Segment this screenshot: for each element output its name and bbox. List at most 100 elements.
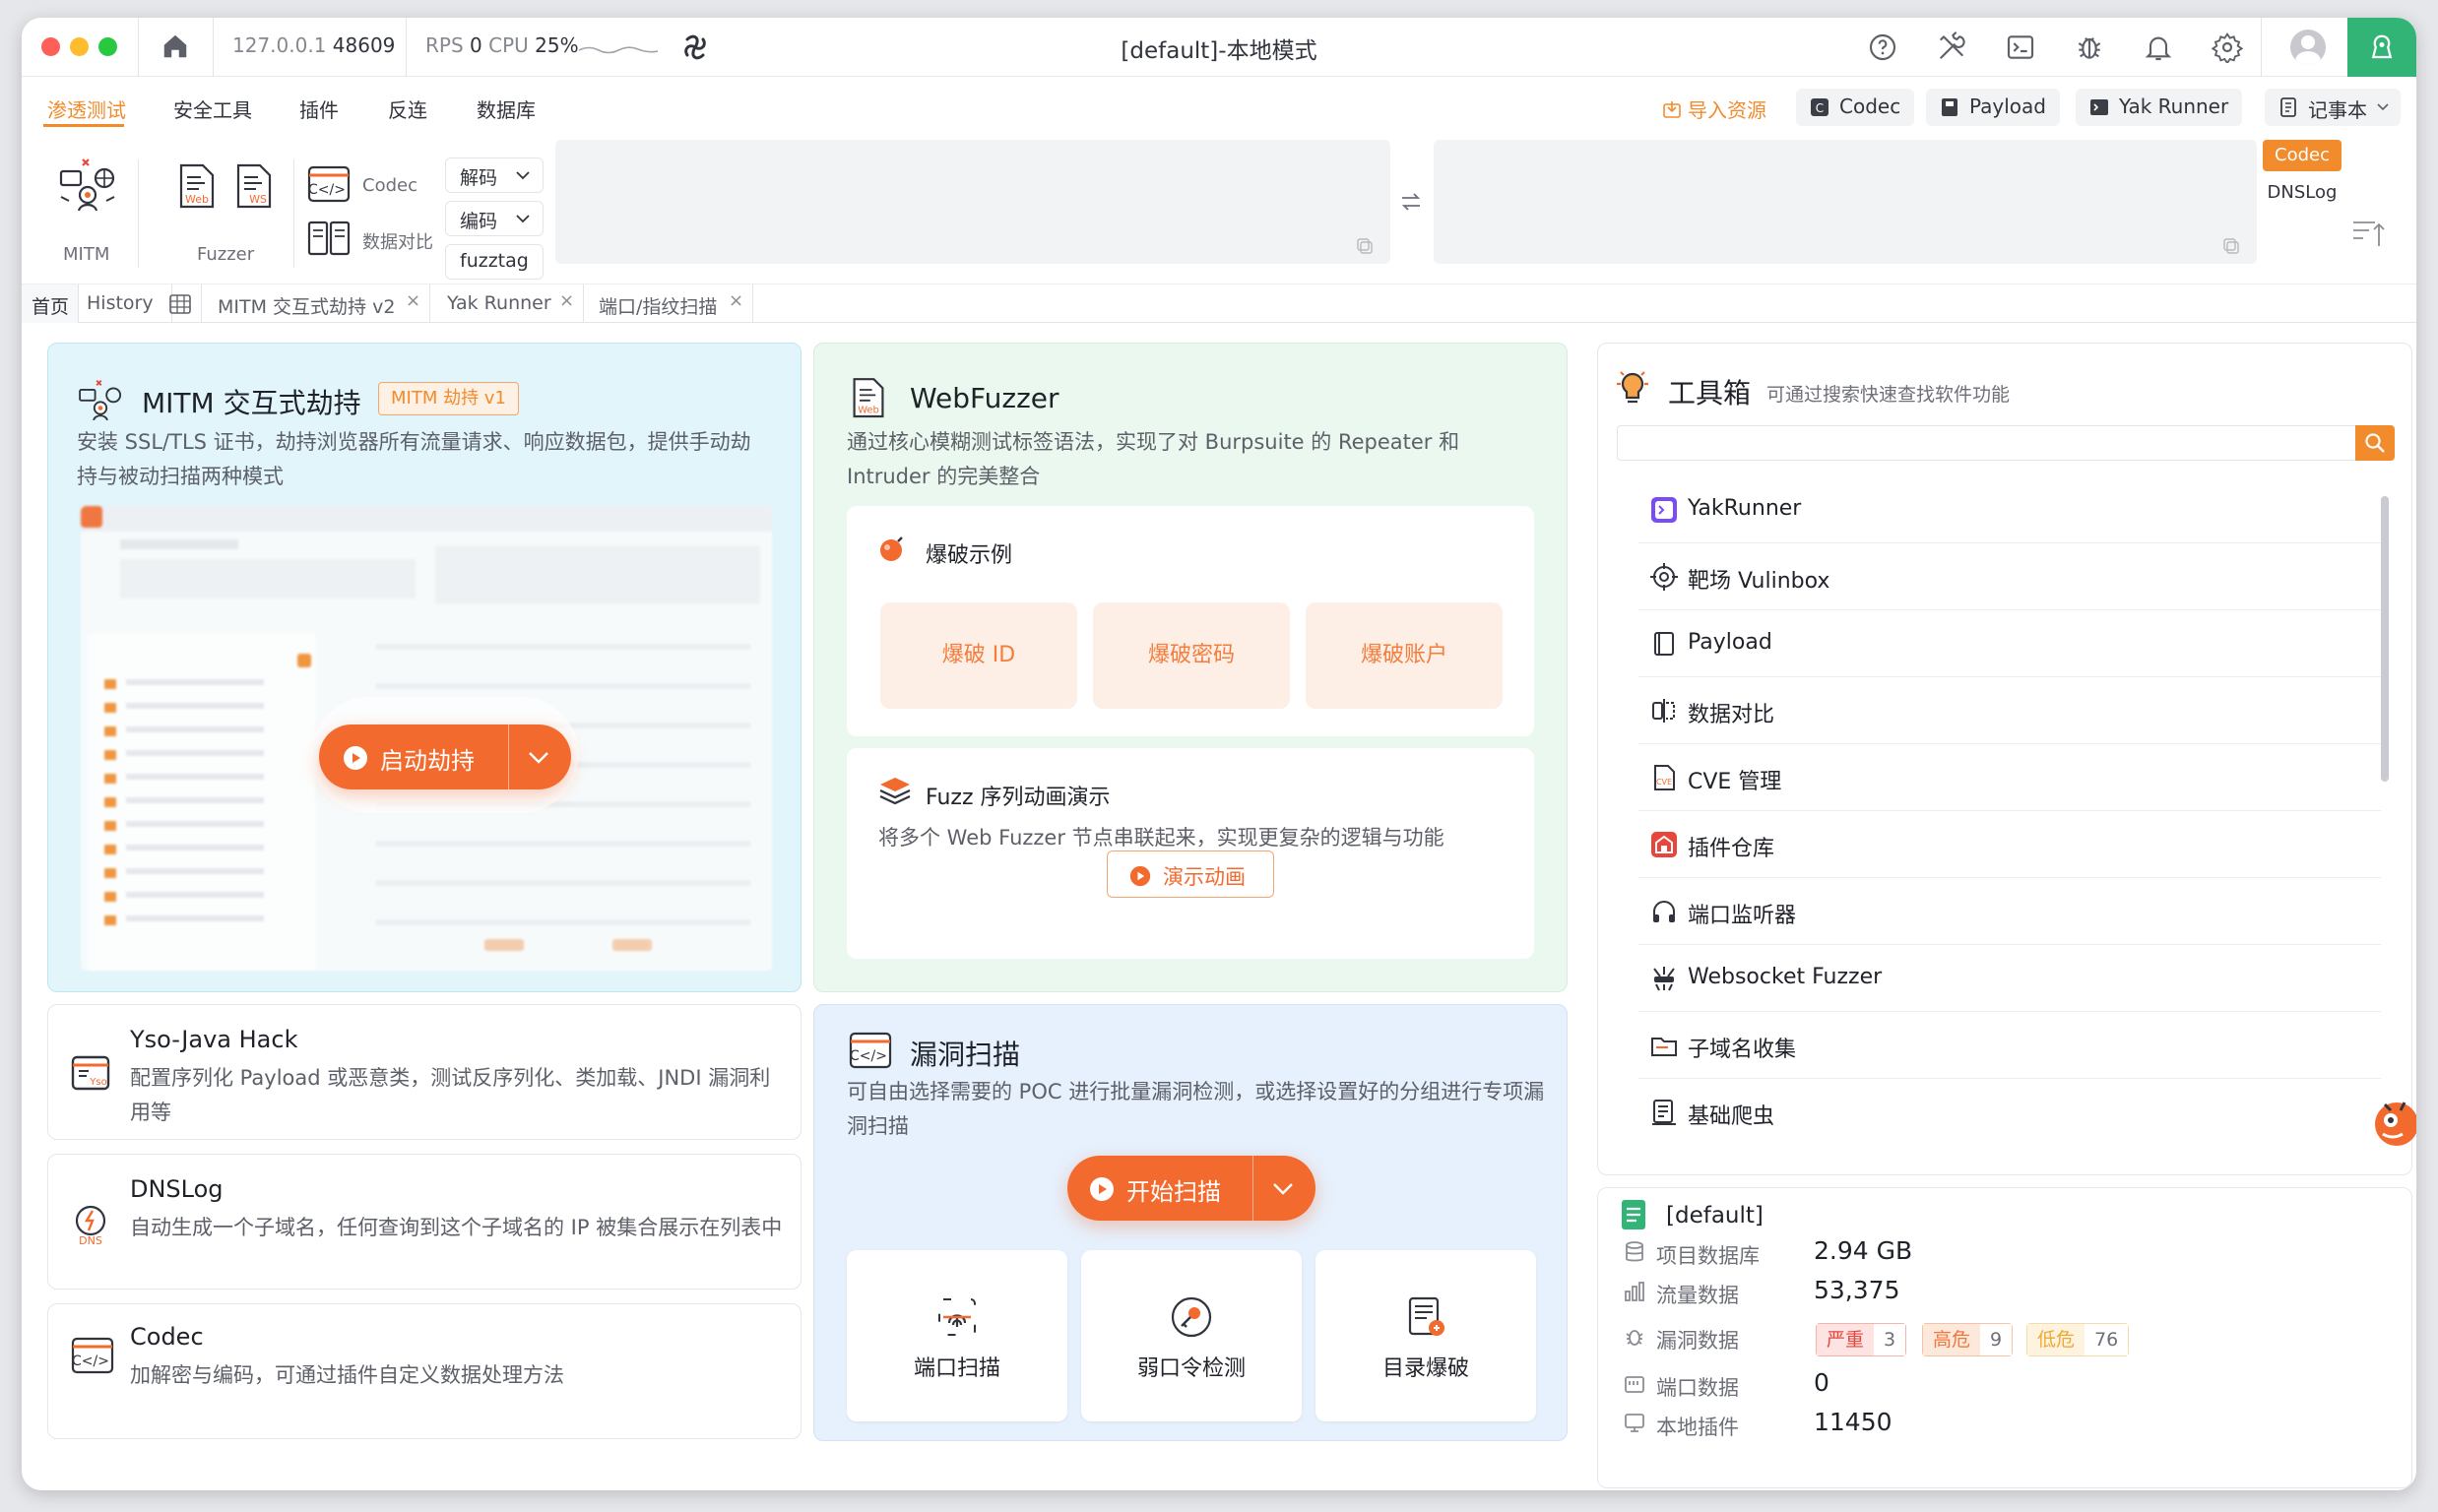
table-icon[interactable] — [169, 294, 191, 314]
webfuzzer-card-desc: 通过核心模糊测试标签语法，实现了对 Burpsuite 的 Repeater 和… — [847, 430, 1460, 488]
tool-websocket-fuzzer[interactable]: Websocket Fuzzer — [1638, 945, 2381, 1012]
codec-toolbar-button[interactable]: C Codec — [1796, 89, 1915, 126]
maximize-window-button[interactable] — [98, 37, 117, 56]
chevron-down-icon[interactable] — [1272, 1179, 1294, 1197]
port-scan-tile[interactable]: 端口扫描 — [847, 1250, 1067, 1421]
bug-icon — [1626, 1330, 1643, 1346]
web-fuzzer-icon: Web — [853, 378, 884, 418]
payload-toolbar-button[interactable]: Payload — [1926, 89, 2060, 126]
tool-cve[interactable]: CVE CVE 管理 — [1638, 744, 2381, 811]
yak-runner-toolbar-button[interactable]: Yak Runner — [2076, 89, 2243, 126]
home-icon[interactable] — [160, 32, 190, 61]
menu-pentest[interactable]: 渗透测试 — [47, 94, 126, 123]
tool-plugin-store[interactable]: 插件仓库 — [1638, 811, 2381, 878]
copy-icon[interactable] — [2221, 236, 2241, 256]
tool-port-listener[interactable]: 端口监听器 — [1638, 878, 2381, 945]
brute-password-button[interactable]: 爆破密码 — [1093, 602, 1290, 709]
menu-reverse[interactable]: 反连 — [388, 94, 427, 123]
notebook-dropdown[interactable]: 记事本 — [2265, 89, 2401, 126]
tool-subdomain[interactable]: 子域名收集 — [1638, 1012, 2381, 1079]
fuzzer-tool-button[interactable]: Web WS Fuzzer — [154, 163, 282, 272]
codec-ribbon-button[interactable]: C</> Codec — [307, 165, 435, 205]
side-codec-tab[interactable]: Codec — [2263, 140, 2342, 171]
toolbox-subtitle: 可通过搜索快速查找软件功能 — [1766, 384, 2011, 406]
menu-plugins[interactable]: 插件 — [299, 94, 339, 123]
import-resources-button[interactable]: 导入资源 — [1662, 94, 1766, 123]
demo-animation-button[interactable]: 演示动画 — [1107, 850, 1274, 898]
help-icon[interactable] — [1867, 32, 1898, 63]
codec-icon: C — [1811, 98, 1828, 116]
brute-examples-title: 爆破示例 — [926, 543, 1013, 568]
layers-icon — [879, 778, 911, 805]
weak-password-tile[interactable]: 弱口令检测 — [1081, 1250, 1302, 1421]
crawler-icon — [1652, 1100, 1676, 1125]
codec-output-area[interactable] — [1434, 140, 2257, 264]
plugin-icon — [1625, 1414, 1644, 1432]
database-icon — [1626, 1241, 1643, 1262]
fuzztag-button[interactable]: fuzztag — [445, 244, 544, 280]
compare-ribbon-button[interactable]: 数据对比 — [307, 219, 435, 258]
stat-vuln-label: 漏洞数据 — [1656, 1329, 1739, 1353]
dir-brute-tile[interactable]: 目录爆破 — [1315, 1250, 1536, 1421]
toolbox-scrollbar[interactable] — [2381, 496, 2389, 782]
menu-security-tools[interactable]: 安全工具 — [173, 94, 252, 123]
mitm-tool-button[interactable]: MITM — [51, 154, 122, 272]
tab-close-icon[interactable]: × — [559, 290, 574, 311]
terminal-icon[interactable] — [2005, 32, 2036, 63]
tab-close-icon[interactable]: × — [406, 290, 420, 311]
vuln-high-badge[interactable]: 高危 9 — [1922, 1323, 2014, 1356]
tool-yakrunner[interactable]: YakRunner — [1638, 476, 2381, 543]
tab-history[interactable]: History — [87, 292, 154, 314]
menu-database[interactable]: 数据库 — [477, 94, 536, 123]
start-mitm-button[interactable]: 启动劫持 — [319, 724, 571, 789]
mascot-icon[interactable] — [2365, 1091, 2416, 1154]
brute-id-button[interactable]: 爆破 ID — [880, 602, 1077, 709]
page-tabs: 首页 History MITM 交互式劫持 v2 × Yak Runner × … — [22, 284, 2416, 323]
tool-compare[interactable]: 数据对比 — [1638, 677, 2381, 744]
search-button[interactable] — [2355, 425, 2395, 461]
codec-input-area[interactable] — [555, 140, 1390, 264]
start-scan-button[interactable]: 开始扫描 — [1067, 1156, 1315, 1221]
tab-mitm-v2[interactable]: MITM 交互式劫持 v2 — [218, 292, 395, 319]
play-circle-icon — [344, 746, 367, 770]
toolbox-search-input[interactable] — [1617, 425, 2357, 461]
swap-icon[interactable] — [1398, 189, 1424, 215]
websocket-icon — [1653, 967, 1675, 991]
vuln-low-badge[interactable]: 低危 76 — [2026, 1323, 2130, 1356]
fingerprint-icon — [938, 1298, 976, 1336]
tool-crawler[interactable]: 基础爬虫 — [1638, 1079, 2381, 1146]
play-circle-icon — [1129, 865, 1151, 887]
minimize-window-button[interactable] — [70, 37, 89, 56]
yak-engine-icon[interactable] — [679, 32, 711, 63]
yso-icon: Yso — [71, 1055, 110, 1091]
sort-icon[interactable] — [2351, 219, 2385, 248]
bell-icon[interactable] — [2143, 32, 2174, 63]
side-dnslog-tab[interactable]: DNSLog — [2263, 177, 2342, 209]
bug-icon[interactable] — [2074, 32, 2105, 63]
lightbulb-icon — [1617, 371, 1648, 404]
mitm-v1-badge[interactable]: MITM 劫持 v1 — [378, 382, 519, 415]
tool-payload[interactable]: Payload — [1638, 610, 2381, 677]
decode-select[interactable]: 解码 — [445, 158, 544, 193]
rps-cpu-status: RPS 0 CPU 25% — [425, 33, 579, 57]
user-avatar[interactable] — [2290, 30, 2326, 65]
close-window-button[interactable] — [41, 37, 60, 56]
brute-account-button[interactable]: 爆破账户 — [1306, 602, 1503, 709]
vuln-critical-badge[interactable]: 严重 3 — [1816, 1323, 1907, 1356]
chevron-down-icon[interactable] — [528, 748, 549, 766]
tools-icon[interactable] — [1936, 32, 1967, 63]
tool-vulinbox[interactable]: 靶场 Vulinbox — [1638, 543, 2381, 610]
notebook-icon — [2280, 97, 2296, 117]
copy-icon[interactable] — [1355, 236, 1375, 256]
tab-port-scan[interactable]: 端口/指纹扫描 — [599, 292, 717, 319]
stat-plugin-value: 11450 — [1814, 1408, 1893, 1436]
encode-select[interactable]: 编码 — [445, 201, 544, 236]
tab-close-icon[interactable]: × — [729, 290, 743, 311]
stat-port-label: 端口数据 — [1656, 1376, 1739, 1400]
yak-logo-icon[interactable] — [2347, 18, 2416, 77]
tab-yak-runner[interactable]: Yak Runner — [447, 292, 551, 314]
dnslog-card-title: DNSLog — [130, 1175, 224, 1203]
mitm-card-desc: 安装 SSL/TLS 证书，劫持浏览器所有流量请求、响应数据包，提供手动劫持与被… — [77, 430, 751, 488]
tab-home[interactable]: 首页 — [32, 292, 69, 319]
gear-icon[interactable] — [2212, 32, 2243, 63]
